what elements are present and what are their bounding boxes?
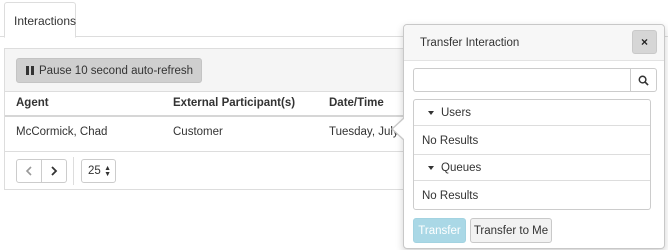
column-header-date-time[interactable]: Date/Time	[329, 97, 384, 109]
queues-group-label: Queues	[441, 161, 482, 174]
tab-interactions[interactable]: Interactions	[4, 2, 76, 38]
chevron-right-icon	[51, 166, 58, 176]
close-icon: ×	[640, 35, 648, 49]
next-page-button[interactable]	[41, 159, 67, 183]
search-button[interactable]	[630, 68, 657, 92]
page-size-select[interactable]: 25 ▲ ▼	[81, 159, 116, 183]
close-button[interactable]: ×	[632, 30, 657, 54]
users-no-results: No Results	[422, 135, 479, 147]
column-header-agent[interactable]: Agent	[16, 97, 49, 109]
users-group-label: Users	[441, 106, 472, 119]
users-group-header[interactable]: Users	[414, 100, 650, 126]
queues-no-results: No Results	[422, 190, 479, 202]
pause-icon	[26, 66, 34, 75]
transfer-search-input[interactable]	[413, 68, 631, 92]
queues-group-header[interactable]: Queues	[414, 155, 650, 181]
cell-agent: McCormick, Chad	[16, 126, 108, 138]
popover-arrow-fill	[393, 118, 405, 140]
transfer-button[interactable]: Transfer	[413, 218, 466, 243]
select-arrows-icon: ▲ ▼	[104, 165, 111, 178]
pager-separator	[73, 157, 74, 185]
popover-header: Transfer Interaction ×	[404, 25, 664, 61]
transfer-results-list: Users No Results Queues No Results	[413, 99, 651, 210]
cell-external-participant: Customer	[173, 126, 223, 138]
caret-down-icon	[428, 165, 434, 170]
transfer-interaction-popover: Transfer Interaction × Users No Results …	[391, 24, 665, 249]
header-divider	[5, 115, 433, 117]
interactions-panel: Pause 10 second auto-refresh Agent Exter…	[4, 48, 434, 190]
caret-down-icon	[428, 110, 434, 115]
pause-button-label: Pause 10 second auto-refresh	[39, 64, 194, 77]
page-size-value: 25	[88, 165, 101, 177]
chevron-left-icon	[25, 166, 32, 176]
pause-auto-refresh-button[interactable]: Pause 10 second auto-refresh	[16, 58, 203, 83]
transfer-to-me-button[interactable]: Transfer to Me	[470, 218, 552, 243]
row-divider	[5, 151, 433, 152]
popover-title: Transfer Interaction	[420, 37, 520, 49]
column-header-external-participants[interactable]: External Participant(s)	[173, 97, 295, 109]
previous-page-button[interactable]	[16, 159, 42, 183]
search-icon	[638, 75, 649, 86]
panel-toolbar: Pause 10 second auto-refresh	[5, 49, 433, 92]
